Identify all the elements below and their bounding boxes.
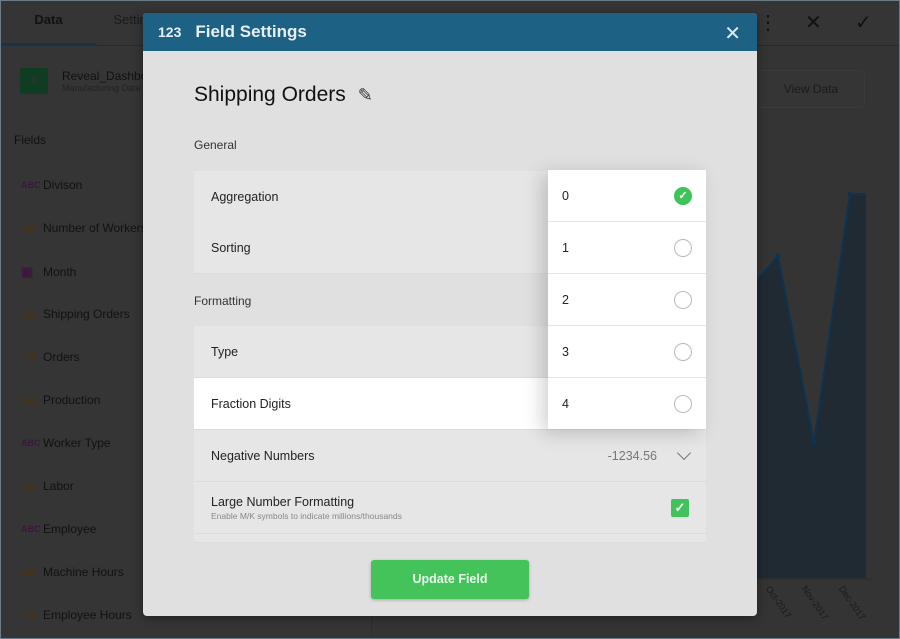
fraction-option[interactable]: 4 bbox=[548, 378, 706, 430]
chart-point bbox=[775, 253, 781, 259]
view-data-button[interactable]: View Data bbox=[757, 70, 865, 108]
negative-numbers-row[interactable]: Negative Numbers -1234.56 bbox=[194, 430, 706, 482]
option-label: 1 bbox=[562, 240, 569, 255]
pencil-icon[interactable]: ✎ bbox=[358, 85, 373, 106]
section-general: General bbox=[194, 138, 237, 152]
field-name-text: Shipping Orders bbox=[194, 83, 346, 106]
chart-point bbox=[847, 191, 853, 197]
partial-row bbox=[194, 534, 706, 543]
option-label: 2 bbox=[562, 292, 569, 307]
radio-icon[interactable] bbox=[674, 290, 692, 309]
fraction-option[interactable]: 0 ✓ bbox=[548, 170, 706, 222]
aggregation-label: Aggregation bbox=[211, 189, 279, 204]
radio-icon[interactable] bbox=[674, 395, 692, 413]
dialog-header: 123 Field Settings ✕ bbox=[143, 13, 757, 51]
radio-checked-icon[interactable]: ✓ bbox=[674, 186, 692, 205]
radio-icon[interactable] bbox=[674, 342, 692, 361]
fraction-option[interactable]: 2 bbox=[548, 274, 706, 326]
large-number-label: Large Number Formatting bbox=[211, 494, 355, 509]
field-settings-dialog: 123 Field Settings ✕ Shipping Orders ✎ G… bbox=[143, 13, 757, 616]
fraction-option[interactable]: 3 bbox=[548, 326, 706, 378]
number-type-icon: 123 bbox=[158, 24, 182, 40]
chart-area bbox=[757, 194, 866, 578]
field-name: Shipping Orders ✎ bbox=[194, 83, 373, 107]
option-label: 4 bbox=[562, 397, 569, 411]
close-icon[interactable]: ✕ bbox=[724, 21, 741, 46]
fraction-option[interactable]: 1 bbox=[548, 222, 706, 274]
chart-point bbox=[811, 440, 817, 446]
option-label: 0 bbox=[562, 188, 569, 203]
option-label: 3 bbox=[562, 344, 569, 359]
fraction-digits-label: Fraction Digits bbox=[211, 396, 291, 411]
update-field-button[interactable]: Update Field bbox=[371, 560, 529, 599]
fraction-digits-dropdown: 0 ✓ 1 2 3 4 bbox=[548, 170, 706, 429]
negative-numbers-label: Negative Numbers bbox=[211, 448, 315, 463]
large-number-row[interactable]: Large Number Formatting Enable M/K symbo… bbox=[194, 482, 706, 534]
section-formatting: Formatting bbox=[194, 294, 252, 308]
large-number-checkbox[interactable]: ✓ bbox=[671, 498, 689, 517]
negative-numbers-value: -1234.56 bbox=[607, 448, 657, 463]
chevron-down-icon[interactable] bbox=[676, 445, 692, 460]
sorting-label: Sorting bbox=[211, 240, 251, 255]
large-number-description: Enable M/K symbols to indicate millions/… bbox=[211, 510, 402, 521]
radio-icon[interactable] bbox=[674, 238, 692, 257]
dialog-title: Field Settings bbox=[195, 22, 307, 41]
type-label: Type bbox=[211, 344, 239, 359]
